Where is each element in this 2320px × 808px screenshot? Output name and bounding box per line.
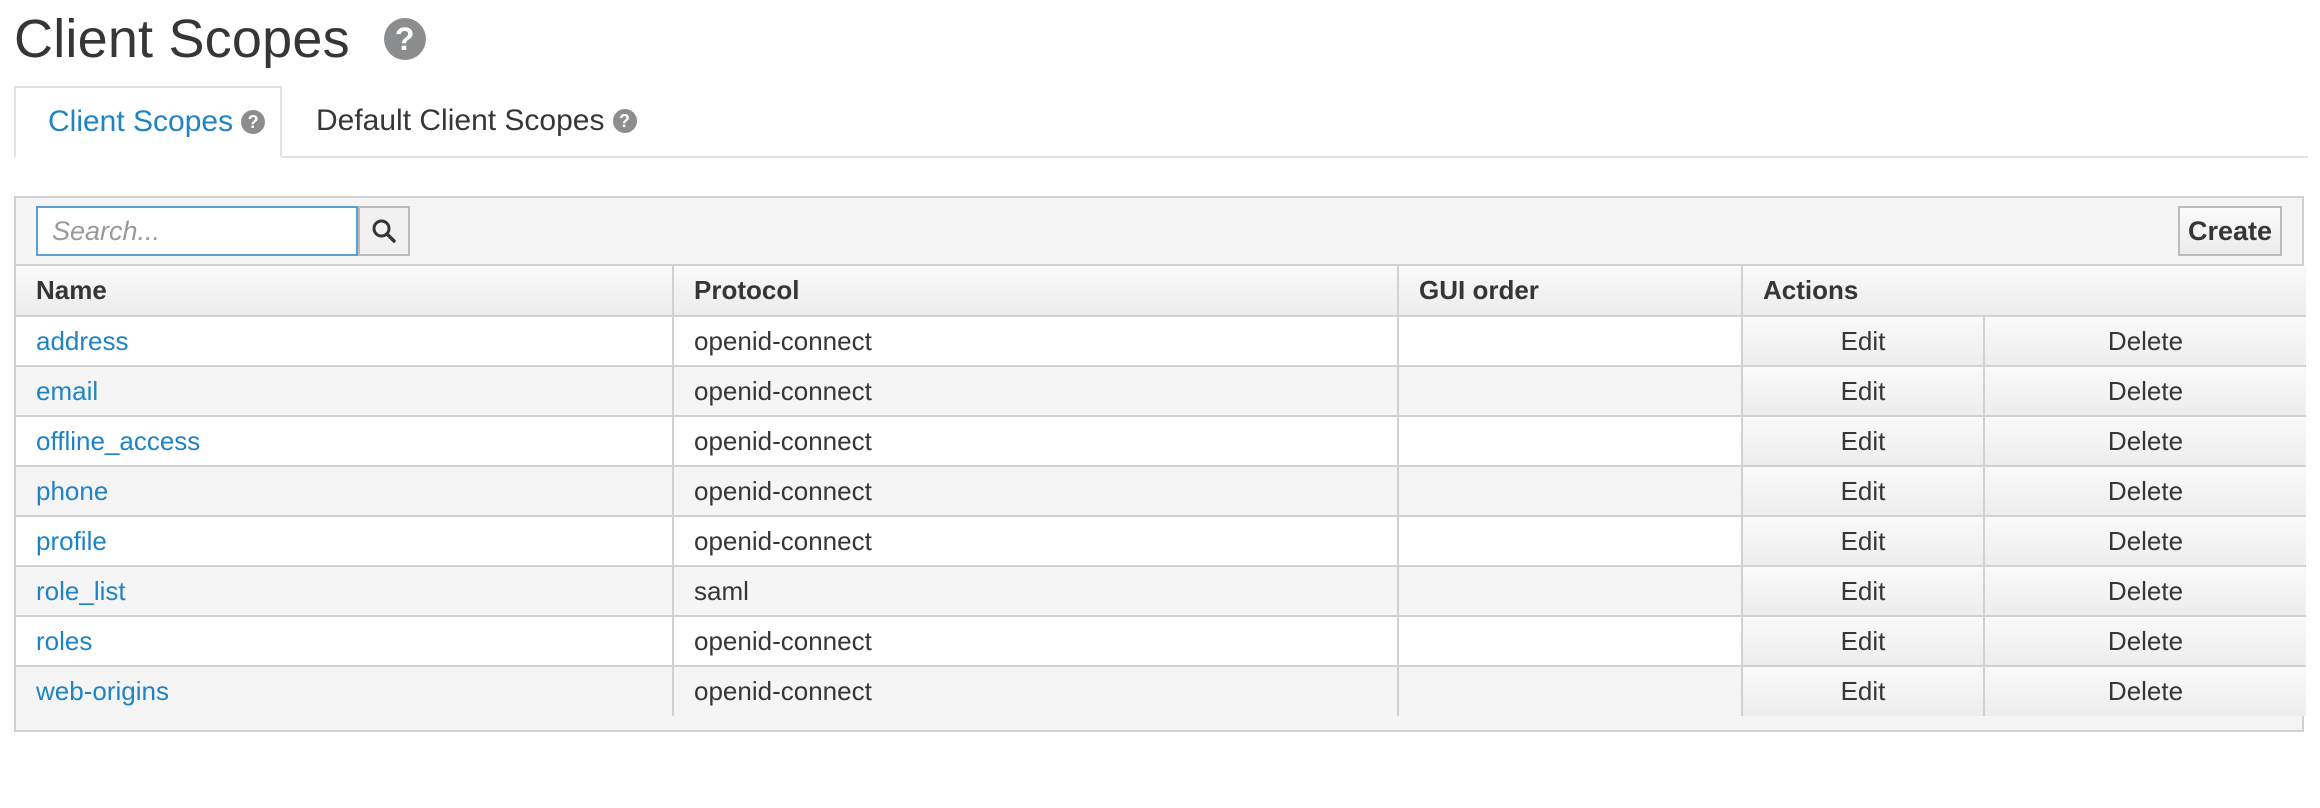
protocol-cell: openid-connect	[673, 316, 1399, 367]
table-row: address openid-connect Edit Delete	[16, 316, 2306, 367]
column-header-actions: Actions	[1742, 266, 2306, 317]
scope-link[interactable]: roles	[36, 626, 92, 656]
name-cell: phone	[16, 466, 674, 517]
protocol-cell: openid-connect	[673, 616, 1399, 667]
scope-link[interactable]: profile	[36, 526, 107, 556]
gui-order-cell	[1398, 616, 1743, 667]
gui-order-cell	[1398, 316, 1743, 367]
gui-order-cell	[1398, 566, 1743, 617]
table-row: phone openid-connect Edit Delete	[16, 466, 2306, 517]
delete-button[interactable]: Delete	[1984, 566, 2306, 617]
table-row: role_list saml Edit Delete	[16, 566, 2306, 617]
delete-button[interactable]: Delete	[1984, 416, 2306, 467]
scope-link[interactable]: email	[36, 376, 98, 406]
edit-button[interactable]: Edit	[1742, 516, 1985, 567]
table-row: offline_access openid-connect Edit Delet…	[16, 416, 2306, 467]
scope-link[interactable]: address	[36, 326, 129, 356]
name-cell: offline_access	[16, 416, 674, 467]
gui-order-cell	[1398, 516, 1743, 567]
table-row: roles openid-connect Edit Delete	[16, 616, 2306, 667]
column-header-gui-order[interactable]: GUI order	[1398, 266, 1743, 317]
protocol-cell: saml	[673, 566, 1399, 617]
tab-client-scopes[interactable]: Client Scopes ?	[14, 86, 282, 158]
scope-link[interactable]: offline_access	[36, 426, 200, 456]
help-icon[interactable]: ?	[383, 18, 426, 60]
table-row: email openid-connect Edit Delete	[16, 366, 2306, 417]
delete-button[interactable]: Delete	[1984, 616, 2306, 667]
client-scopes-table-panel: Create Name Protocol GUI order Actions	[14, 196, 2306, 732]
name-cell: address	[16, 316, 674, 367]
edit-button[interactable]: Edit	[1742, 316, 1985, 367]
tab-bar: Client Scopes ? Default Client Scopes ?	[14, 86, 2308, 158]
edit-button[interactable]: Edit	[1742, 466, 1985, 517]
edit-button[interactable]: Edit	[1742, 366, 1985, 417]
table-toolbar: Create	[16, 198, 2302, 266]
protocol-cell: openid-connect	[673, 666, 1399, 716]
name-cell: roles	[16, 616, 674, 667]
client-scopes-page: Client Scopes ? Client Scopes ? Default …	[0, 0, 2320, 808]
delete-button[interactable]: Delete	[1984, 666, 2306, 716]
client-scopes-table: Name Protocol GUI order Actions address …	[16, 266, 2306, 716]
table-header-row: Name Protocol GUI order Actions	[16, 266, 2306, 317]
tab-label: Default Client Scopes	[316, 104, 605, 137]
delete-button[interactable]: Delete	[1984, 316, 2306, 367]
delete-button[interactable]: Delete	[1984, 366, 2306, 417]
gui-order-cell	[1398, 416, 1743, 467]
tab-default-client-scopes[interactable]: Default Client Scopes ?	[316, 86, 637, 156]
gui-order-cell	[1398, 666, 1743, 716]
tab-label: Client Scopes	[48, 105, 234, 138]
column-header-name[interactable]: Name	[16, 266, 674, 317]
name-cell: role_list	[16, 566, 674, 617]
table-row: profile openid-connect Edit Delete	[16, 516, 2306, 567]
scope-link[interactable]: web-origins	[36, 676, 169, 706]
protocol-cell: openid-connect	[673, 466, 1399, 517]
gui-order-cell	[1398, 466, 1743, 517]
protocol-cell: openid-connect	[673, 516, 1399, 567]
search-button[interactable]	[358, 206, 410, 256]
protocol-cell: openid-connect	[673, 366, 1399, 417]
name-cell: email	[16, 366, 674, 417]
search-icon	[372, 219, 396, 243]
edit-button[interactable]: Edit	[1742, 616, 1985, 667]
gui-order-cell	[1398, 366, 1743, 417]
edit-button[interactable]: Edit	[1742, 416, 1985, 467]
protocol-cell: openid-connect	[673, 416, 1399, 467]
delete-button[interactable]: Delete	[1984, 466, 2306, 517]
name-cell: profile	[16, 516, 674, 567]
scope-link[interactable]: role_list	[36, 576, 126, 606]
delete-button[interactable]: Delete	[1984, 516, 2306, 567]
page-title-wrap: Client Scopes ?	[14, 8, 426, 70]
scope-link[interactable]: phone	[36, 476, 108, 506]
create-button[interactable]: Create	[2178, 206, 2282, 256]
edit-button[interactable]: Edit	[1742, 666, 1985, 716]
edit-button[interactable]: Edit	[1742, 566, 1985, 617]
help-icon[interactable]: ?	[612, 109, 637, 133]
table-row: web-origins openid-connect Edit Delete	[16, 666, 2306, 716]
page-title: Client Scopes	[14, 9, 350, 69]
column-header-protocol[interactable]: Protocol	[673, 266, 1399, 317]
search-input[interactable]	[36, 206, 358, 256]
help-icon[interactable]: ?	[241, 110, 266, 134]
name-cell: web-origins	[16, 666, 674, 716]
